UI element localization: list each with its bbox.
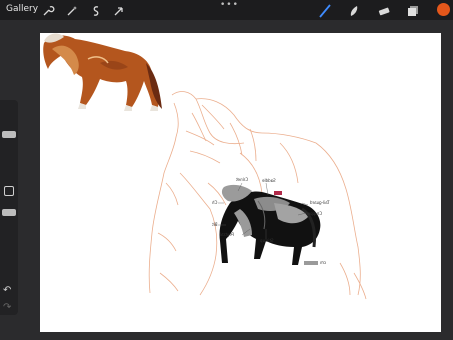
- reference-horse-image: [43, 33, 162, 111]
- gallery-button[interactable]: Gallery: [6, 4, 38, 14]
- redo-button[interactable]: ↷: [3, 302, 11, 313]
- wrench-icon[interactable]: [41, 3, 55, 17]
- eraser-icon[interactable]: [377, 3, 391, 17]
- layers-icon[interactable]: [406, 3, 420, 17]
- label-tail-guard: Tail-guard: [310, 200, 330, 205]
- top-toolbar: Gallery •••: [0, 0, 453, 20]
- transform-icon[interactable]: [112, 3, 126, 17]
- scale-bar: [304, 261, 318, 265]
- undo-button[interactable]: ↶: [3, 285, 11, 296]
- opacity-slider[interactable]: [2, 209, 16, 216]
- smudge-icon[interactable]: [347, 3, 361, 17]
- label-scale: cm: [320, 260, 327, 265]
- procreate-app: Gallery ••• ↶ ↷ Saddle Crinet Tail-guard…: [0, 0, 453, 340]
- drawing-canvas[interactable]: Saddle Crinet Tail-guard Crupper Peytral…: [40, 33, 441, 332]
- selection-icon[interactable]: [89, 3, 103, 17]
- artwork: [43, 33, 367, 300]
- label-peytral: Peytral: [220, 232, 234, 237]
- brush-size-slider[interactable]: [2, 131, 16, 138]
- brush-icon[interactable]: [318, 3, 332, 18]
- label-crupper: Crupper: [306, 211, 323, 216]
- magic-wand-icon[interactable]: [65, 3, 79, 17]
- more-menu-icon[interactable]: •••: [220, 0, 239, 10]
- label-crinet: Crinet: [236, 177, 249, 182]
- label-stirrup: Stirrup: [260, 238, 274, 243]
- label-chanfron: Ch: [212, 200, 218, 205]
- color-picker-button[interactable]: [437, 3, 450, 16]
- modify-button[interactable]: [4, 186, 14, 196]
- armored-horse-diagram: [219, 184, 321, 265]
- label-saddle: Saddle: [262, 178, 276, 183]
- label-bit: Bit: [212, 222, 218, 227]
